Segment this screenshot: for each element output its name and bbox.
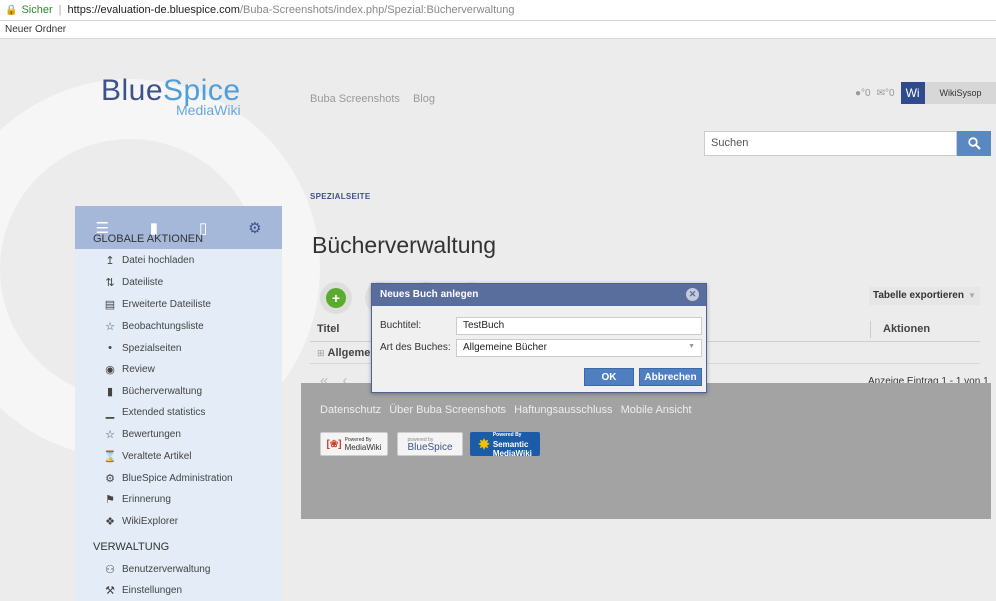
sidebar-item-erweiterte-dateiliste[interactable]: ▤ Erweiterte Dateiliste [103,298,211,311]
book-type-select[interactable]: Allgemeine Bücher ▼ [456,339,702,357]
eye-icon: ◉ [105,364,115,376]
topnav-blog[interactable]: Blog [413,93,435,105]
gear-icon[interactable]: ⚙ [248,219,261,237]
wrench-icon: ⚒ [105,585,115,597]
col-divider [870,321,871,338]
sidebar-heading-global: GLOBALE AKTIONEN [93,233,204,245]
logo[interactable]: BlueSpice MediaWiki [101,74,241,118]
hourglass-icon: ⌛ [103,451,117,463]
powered-by-mediawiki-badge[interactable]: [❀] Powered By MediaWiki [320,432,388,456]
footer-link-about[interactable]: Über Buba Screenshots [389,404,506,416]
chevron-down-icon: ▼ [688,343,695,350]
sidebar-item-veraltete-artikel[interactable]: ⌛ Veraltete Artikel [103,450,191,463]
footer-link-datenschutz[interactable]: Datenschutz [320,404,381,416]
chevron-down-icon: ▼ [967,291,976,300]
smw-logo-icon: ✸ [478,435,490,452]
top-nav: Buba Screenshots Blog [310,93,445,105]
sidebar-item-bluespice-administration[interactable]: ⚙ BlueSpice Administration [103,472,233,485]
new-book-dialog: Neues Buch anlegen ✕ Buchtitel: TestBuch… [371,283,707,393]
special-icon: • [108,342,112,354]
powered-by-bluespice-badge[interactable]: powered by BlueSpice [397,432,463,456]
close-icon[interactable]: ✕ [686,288,699,301]
footer-link-disclaimer[interactable]: Haftungsausschluss [514,404,612,416]
compass-icon: ❖ [105,516,115,528]
sidebar-item-extended-statistics[interactable]: ▁ Extended statistics [103,406,206,419]
footer-links: Datenschutz Über Buba Screenshots Haftun… [320,404,697,416]
chart-icon: ▁ [105,407,115,419]
book-icon: ▮ [106,386,114,398]
powered-by-smw-badge[interactable]: ✸ Powered By Semantic MediaWiki [470,432,540,458]
sidebar-item-beobachtungsliste[interactable]: ☆ Beobachtungsliste [103,320,204,333]
search-icon[interactable] [957,131,991,156]
messages-icon[interactable]: ✉°0 [877,88,895,99]
logo-blue: Blue [101,74,164,107]
page: BlueSpice MediaWiki Buba Screenshots Blo… [0,39,996,601]
star-icon: ☆ [105,321,115,333]
url-path: /Buba-Screenshots/index.php/Spezial:Büch… [239,4,515,16]
flag-icon: ⚑ [105,494,115,506]
address-bar[interactable]: 🔒 Sicher | https://evaluation-de.bluespi… [0,0,996,21]
ok-button[interactable]: OK [584,368,634,386]
secure-label: Sicher [21,4,53,16]
upload-icon: ↥ [105,255,115,267]
gear-icon: ⚙ [105,473,115,485]
username[interactable]: WikiSysop [924,82,996,104]
footer-link-mobile[interactable]: Mobile Ansicht [621,404,692,416]
page-title: Bücherverwaltung [312,232,497,258]
sidebar-item-einstellungen[interactable]: ⚒ Einstellungen [103,584,182,597]
sidebar-heading-admin: VERWALTUNG [93,541,170,553]
expand-icon[interactable]: ⊞ [317,348,325,358]
dialog-title: Neues Buch anlegen [380,289,479,300]
separator: | [58,4,62,16]
sidebar-item-datei-hochladen[interactable]: ↥ Datei hochladen [103,254,194,267]
list-icon: ▤ [104,299,116,311]
lock-icon: 🔒 [5,4,18,16]
book-title-input[interactable]: TestBuch [456,317,702,335]
col-actions[interactable]: Aktionen [883,323,930,335]
col-title[interactable]: Titel [317,323,339,335]
dialog-title-bar[interactable]: Neues Buch anlegen ✕ [372,284,706,306]
sidebar-item-erinnerung[interactable]: ⚑ Erinnerung [103,493,171,506]
users-icon: ⚇ [105,564,115,576]
bookmarks-bar: Neuer Ordner [0,21,996,39]
bookmark-folder[interactable]: Neuer Ordner [5,24,66,35]
sidebar-item-wikiexplorer[interactable]: ❖ WikiExplorer [103,515,178,528]
sort-icon: ⇅ [105,277,115,289]
notifications-icon[interactable]: ●°0 [855,88,871,99]
sidebar-item-review[interactable]: ◉ Review [103,363,155,376]
url-host: https://evaluation-de.bluespice.com [67,4,240,16]
book-type-label: Art des Buches: [380,342,451,353]
book-type-value: Allgemeine Bücher [463,342,547,353]
cancel-button[interactable]: Abbrechen [639,368,702,386]
star-icon: ☆ [105,429,115,441]
add-book-button[interactable]: + [320,282,352,314]
export-table-button[interactable]: Tabelle exportieren ▼ [869,287,980,305]
sidebar-item-buecherverwaltung[interactable]: ▮ Bücherverwaltung [103,385,202,398]
page-kicker: SPEZIALSEITE [310,192,371,201]
sidebar-item-dateiliste[interactable]: ⇅ Dateiliste [103,276,163,289]
plus-icon: + [326,288,346,308]
sidebar-item-spezialseiten[interactable]: • Spezialseiten [103,342,181,354]
search-input[interactable]: Suchen [704,131,957,156]
book-title-label: Buchtitel: [380,320,422,331]
user-tools: ●°0 ✉°0 Wi WikiSysop [855,82,996,104]
topnav-buba[interactable]: Buba Screenshots [310,93,400,105]
mediawiki-logo-icon: [❀] [326,438,342,450]
sidebar-item-bewertungen[interactable]: ☆ Bewertungen [103,428,181,441]
sidebar-item-benutzerverwaltung[interactable]: ⚇ Benutzerverwaltung [103,563,210,576]
avatar[interactable]: Wi [900,82,925,104]
